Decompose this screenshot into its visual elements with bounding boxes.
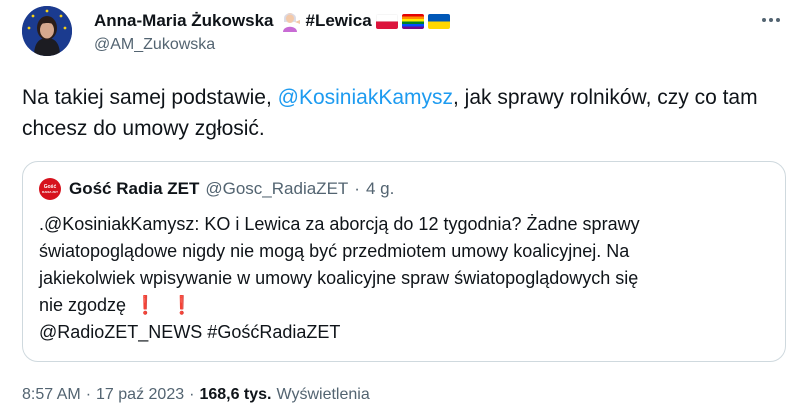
more-icon[interactable] [762, 14, 786, 26]
woman-tipping-hand-emoji-icon [280, 10, 302, 32]
poland-flag-icon [375, 13, 398, 29]
quote-line: jakiekolwiek wpisywanie w umowy koalicyj… [39, 268, 639, 288]
tweet-text: Na takiej samej podstawie, @KosiniakKamy… [22, 82, 782, 144]
logo-text-bottom: RADIA ZET [42, 189, 58, 194]
more-dot [762, 18, 766, 22]
more-dot [776, 18, 780, 22]
quote-header: Gość RADIA ZET Gość Radia ZET @Gosc_Radi… [39, 178, 394, 200]
author-hashtag[interactable]: #Lewica [306, 11, 372, 31]
quote-line: @RadioZET_NEWS #GośćRadiaZET [39, 322, 341, 342]
views-count: 168,6 tys. [199, 386, 272, 403]
author-name[interactable]: Anna-Maria Żukowska [94, 11, 274, 31]
rainbow-flag-icon [401, 13, 424, 29]
quote-text: .@KosiniakKamysz: KO i Lewica za aborcją… [39, 211, 769, 346]
more-dot [769, 18, 773, 22]
quote-author-name[interactable]: Gość Radia ZET [69, 179, 199, 199]
quoted-tweet[interactable]: Gość RADIA ZET Gość Radia ZET @Gosc_Radi… [22, 161, 786, 362]
quote-author-handle[interactable]: @Gosc_RadiaZET [205, 179, 348, 199]
tweet-text-before: Na takiej samej podstawie, [22, 86, 278, 109]
avatar-image [22, 6, 72, 56]
quote-line: .@KosiniakKamysz: KO i Lewica za aborcją… [39, 214, 640, 234]
exclamation-icon: ❗ [170, 295, 193, 315]
quote-line-text: nie zgodzę [39, 295, 127, 315]
tweet-time[interactable]: 8:57 AM [22, 386, 81, 404]
radio-zet-logo-icon: Gość RADIA ZET [39, 178, 61, 200]
author-handle[interactable]: @AM_Zukowska [94, 36, 450, 54]
quote-line: nie zgodzę ❗ ❗ [39, 292, 769, 319]
quote-separator: · [354, 179, 360, 198]
tweet-meta: 8:57 AM · 17 paź 2023 · 168,6 tys. Wyświ… [22, 386, 370, 404]
meta-separator: · [189, 386, 195, 403]
tweet-date[interactable]: 17 paź 2023 [96, 386, 184, 404]
tweet-mention-link[interactable]: @KosiniakKamysz [278, 86, 453, 109]
ukraine-flag-icon [427, 13, 450, 29]
exclamation-icon: ❗ [134, 295, 157, 315]
quote-line: światopoglądowe nigdy nie mogą być przed… [39, 241, 630, 261]
views-label: Wyświetlenia [276, 386, 370, 403]
meta-separator: · [85, 386, 92, 403]
quote-time: 4 g. [365, 179, 395, 198]
author-block: Anna-Maria Żukowska #Lewica @AM_Zukowska [94, 10, 450, 54]
avatar[interactable] [22, 6, 72, 56]
